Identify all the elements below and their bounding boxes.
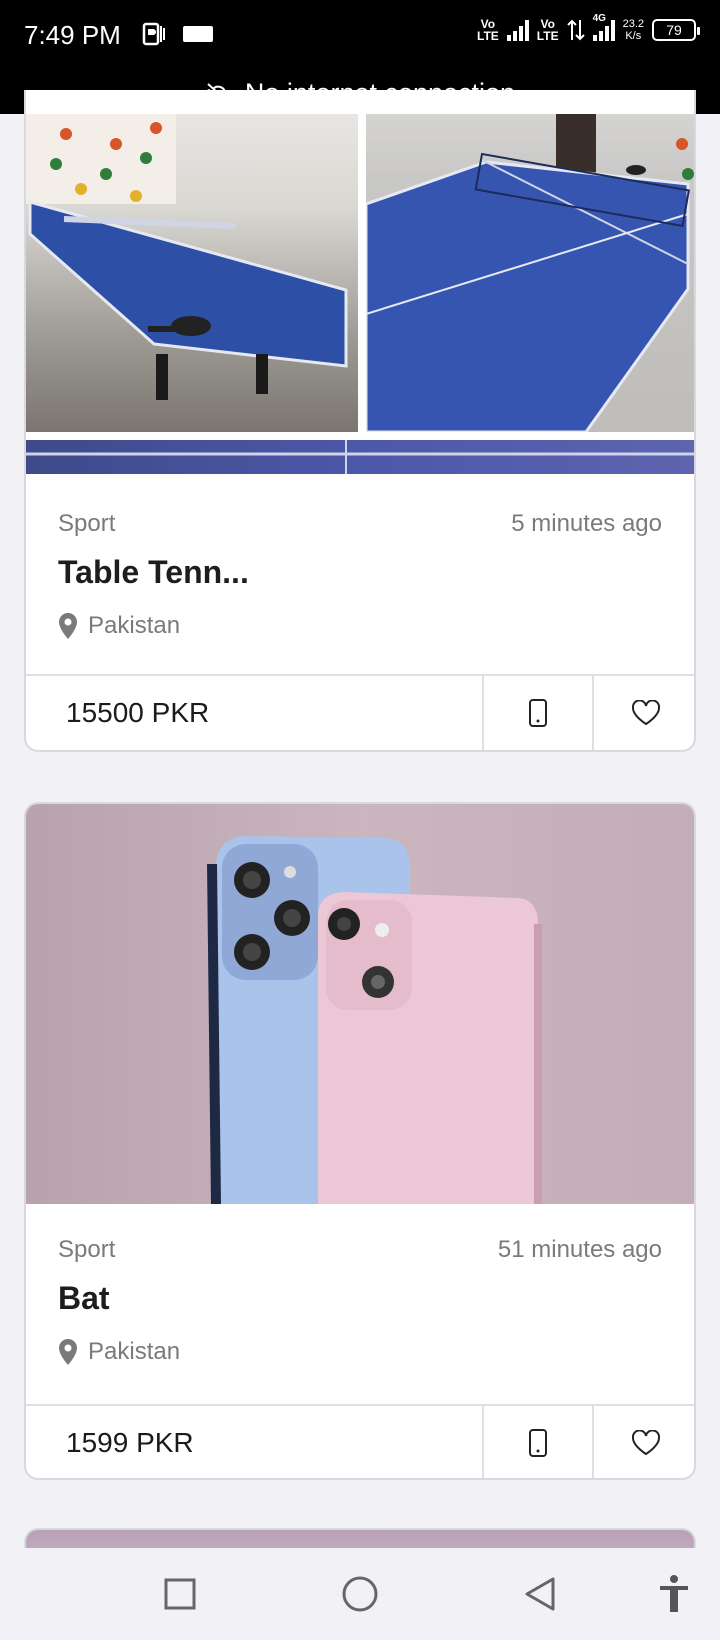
listing-card[interactable]: Sport 51 minutes ago Bat Pakistan 1599 P… xyxy=(24,802,696,1480)
phone-icon xyxy=(529,1429,547,1457)
heart-icon xyxy=(631,1430,661,1456)
listing-title[interactable]: Bat xyxy=(58,1280,110,1317)
volte-icon-2: Vo LTE xyxy=(536,17,559,43)
home-button[interactable] xyxy=(338,1572,382,1616)
listing-category: Sport xyxy=(58,510,116,537)
listing-location: Pakistan xyxy=(58,612,180,640)
square-icon xyxy=(164,1578,196,1610)
status-notification-icons xyxy=(142,22,214,46)
listing-price: 1599 PKR xyxy=(66,1427,194,1458)
signal-icon-2: 4G xyxy=(592,13,615,41)
location-pin-icon xyxy=(59,613,77,639)
listing-footer: 15500 PKR xyxy=(26,674,694,750)
listing-footer: 1599 PKR xyxy=(26,1404,694,1478)
call-button[interactable] xyxy=(482,1406,592,1478)
listing-time: 5 minutes ago xyxy=(511,510,662,537)
listing-location: Pakistan xyxy=(58,1338,180,1366)
status-bar: 7:49 PM Vo LTE Vo LTE 4G 23.2 K/s 79 xyxy=(0,0,720,72)
listing-meta: Sport 51 minutes ago Bat Pakistan xyxy=(58,1236,662,1376)
heart-icon xyxy=(631,700,661,726)
listing-image[interactable] xyxy=(26,114,358,432)
triangle-back-icon xyxy=(525,1577,555,1611)
back-button[interactable] xyxy=(518,1572,562,1616)
signal-icon-1 xyxy=(506,19,529,41)
listing-card[interactable]: Sport 5 minutes ago Table Tenn... Pakist… xyxy=(24,90,696,752)
phone-icon xyxy=(529,699,547,727)
listing-image[interactable] xyxy=(26,440,694,474)
network-speed: 23.2 K/s xyxy=(622,18,644,42)
circle-icon xyxy=(342,1576,378,1612)
location-text: Pakistan xyxy=(88,612,181,639)
listing-price: 15500 PKR xyxy=(66,697,210,728)
status-right-icons: Vo LTE Vo LTE 4G 23.2 K/s 79 xyxy=(477,13,700,43)
parking-app-icon xyxy=(142,22,165,46)
recent-apps-button[interactable] xyxy=(158,1572,202,1616)
battery-icon: 79 xyxy=(652,19,700,41)
call-button[interactable] xyxy=(482,676,592,750)
system-nav-bar xyxy=(0,1548,720,1640)
favorite-button[interactable] xyxy=(592,676,694,750)
volte-icon-1: Vo LTE xyxy=(477,17,499,43)
accessibility-button[interactable] xyxy=(652,1572,696,1616)
status-time: 7:49 PM xyxy=(24,20,121,50)
listing-category: Sport xyxy=(58,1236,116,1263)
listing-image-gallery[interactable] xyxy=(26,114,694,478)
listing-time: 51 minutes ago xyxy=(497,1236,662,1263)
data-transfer-icon xyxy=(566,19,585,41)
listing-title[interactable]: Table Tenn... xyxy=(58,554,249,591)
location-pin-icon xyxy=(59,1339,77,1365)
listing-meta: Sport 5 minutes ago Table Tenn... Pakist… xyxy=(58,510,662,650)
location-text: Pakistan xyxy=(88,1338,181,1365)
listing-image[interactable] xyxy=(366,114,694,432)
accessibility-icon xyxy=(660,1575,688,1612)
listing-image[interactable] xyxy=(26,804,694,1204)
card-icon xyxy=(183,26,213,42)
favorite-button[interactable] xyxy=(592,1406,694,1478)
